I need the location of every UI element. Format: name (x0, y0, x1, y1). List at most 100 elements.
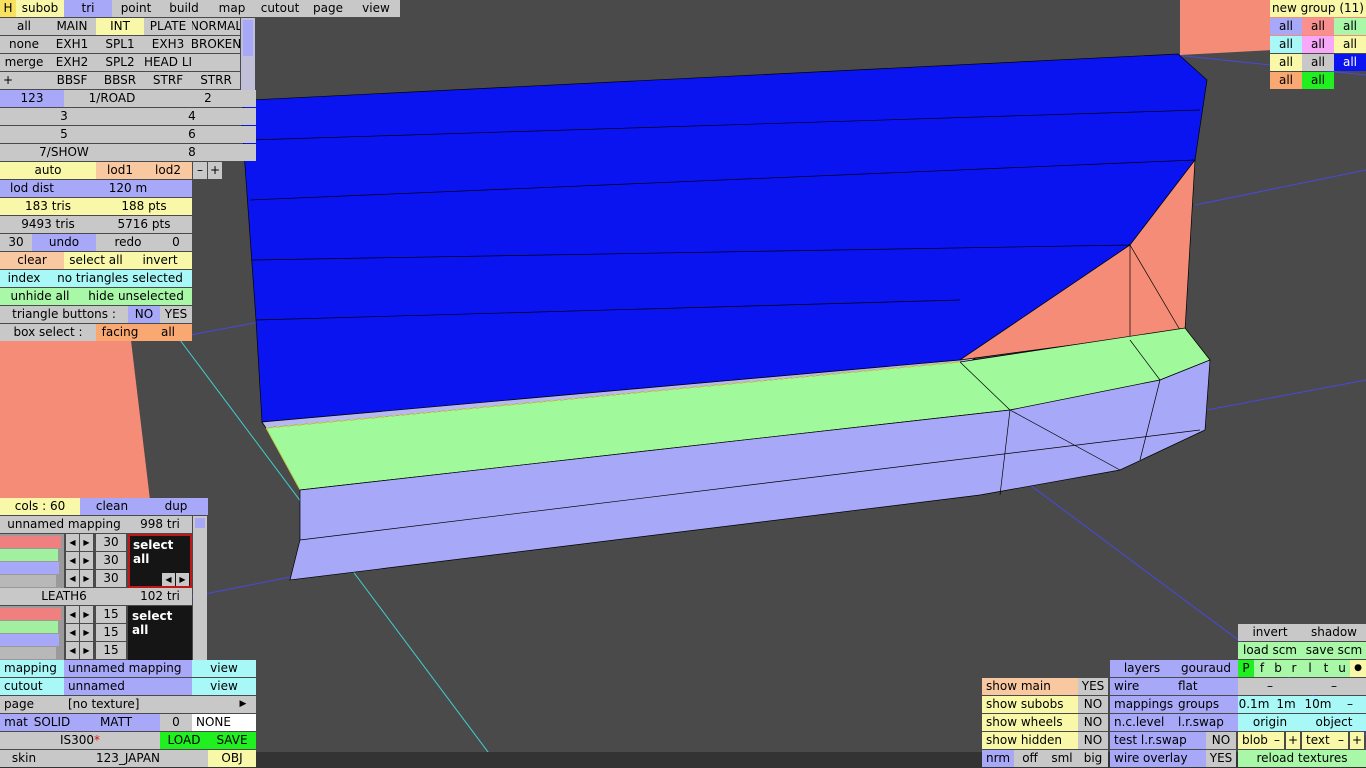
origin-button[interactable]: origin (1238, 714, 1302, 731)
invert-view-button[interactable]: invert (1238, 624, 1302, 641)
group-exh1[interactable]: EXH1 (48, 36, 96, 53)
layers-button[interactable]: layers (1110, 660, 1174, 677)
lod1-button[interactable]: lod1 (96, 162, 144, 179)
save-scm-button[interactable]: save scm (1302, 642, 1366, 659)
text-minus[interactable]: – (1334, 732, 1348, 749)
menu-tri[interactable]: tri (64, 0, 112, 17)
flat-button[interactable]: flat (1174, 678, 1238, 695)
group-plate[interactable]: PLATE (144, 18, 192, 35)
page-next-icon[interactable]: ▶ (230, 696, 256, 713)
triangle-buttons-no[interactable]: NO (128, 306, 160, 323)
h-button[interactable]: H (0, 0, 16, 17)
group-bbsf[interactable]: BBSF (48, 72, 96, 89)
menu-view[interactable]: view (352, 0, 400, 17)
show-subobs-label[interactable]: show subobs (982, 696, 1078, 713)
mapping-view-button[interactable]: view (192, 660, 256, 677)
blob-button[interactable]: blob (1238, 732, 1270, 749)
arrow-left-icon[interactable]: ◀ (66, 534, 79, 551)
show-subobs-value[interactable]: NO (1078, 696, 1108, 713)
mapping-1-blue-slider[interactable] (0, 562, 59, 574)
lod-6[interactable]: 6 (128, 126, 256, 143)
group-empty[interactable] (192, 54, 240, 71)
mapping-1-grey-slider[interactable] (0, 575, 56, 587)
mapping-scroll-thumb[interactable] (195, 518, 205, 528)
new-group-cell-4[interactable]: all (1270, 36, 1302, 53)
distance-minus[interactable]: – (1334, 696, 1366, 713)
mapping-scrollbar[interactable] (193, 516, 207, 660)
group-head-li[interactable]: HEAD LI (144, 54, 192, 71)
invert-button[interactable]: invert (128, 252, 192, 269)
blob-plus[interactable]: + (1286, 732, 1300, 749)
arrow-right-icon[interactable]: ▶ (80, 570, 93, 587)
new-group-cell-11[interactable]: all (1302, 72, 1334, 89)
dash-button-1[interactable]: – (1238, 678, 1302, 695)
redo-button[interactable]: redo (96, 234, 160, 251)
arrow-left-icon[interactable]: ◀ (66, 552, 79, 569)
menu-map[interactable]: map (208, 0, 256, 17)
arrow-right-icon[interactable]: ▶ (80, 552, 93, 569)
arrow-left-icon[interactable]: ◀ (66, 642, 79, 659)
solid-button[interactable]: SOLID (32, 714, 72, 731)
flag-b[interactable]: b (1270, 660, 1286, 677)
lod-minus[interactable]: – (193, 162, 207, 179)
group-broken[interactable]: BROKEN (192, 36, 240, 53)
load-button[interactable]: LOAD (160, 732, 208, 749)
new-group-cell-2[interactable]: all (1302, 18, 1334, 35)
skin-value[interactable]: 123_JAPAN (48, 750, 208, 767)
new-group-title[interactable]: new group (11) (1270, 0, 1366, 17)
cutout-value[interactable]: unnamed (64, 678, 192, 695)
flag-r[interactable]: r (1286, 660, 1302, 677)
arrow-right-icon[interactable]: ▶ (176, 573, 189, 586)
mapping-1-select-all[interactable]: select all (133, 538, 173, 566)
lr-swap-button[interactable]: l.r.swap (1174, 714, 1238, 731)
text-plus[interactable]: + (1350, 732, 1364, 749)
menu-cutout[interactable]: cutout (256, 0, 304, 17)
group-scroll-thumb[interactable] (243, 20, 253, 56)
box-select-facing[interactable]: facing (96, 324, 144, 341)
mapping-name-1[interactable]: unnamed mapping (0, 516, 128, 533)
arrow-right-icon[interactable]: ▶ (80, 534, 93, 551)
wire-overlay-value[interactable]: YES (1206, 750, 1236, 767)
page-value[interactable]: [no texture] (64, 696, 230, 713)
normals-nrm[interactable]: nrm (982, 750, 1014, 767)
undo-button[interactable]: undo (32, 234, 96, 251)
arrow-left-icon[interactable]: ◀ (66, 606, 79, 623)
test-lr-swap-button[interactable]: test l.r.swap (1110, 732, 1206, 749)
normals-off[interactable]: off (1014, 750, 1046, 767)
normals-sml[interactable]: sml (1046, 750, 1078, 767)
flag-f[interactable]: f (1254, 660, 1270, 677)
flag-p[interactable]: P (1238, 660, 1254, 677)
new-group-cell-9[interactable]: all (1334, 54, 1366, 71)
clean-button[interactable]: clean (80, 498, 144, 515)
new-group-cell-8[interactable]: all (1302, 54, 1334, 71)
clear-button[interactable]: clear (0, 252, 64, 269)
select-all-button[interactable]: select all (64, 252, 128, 269)
arrow-left-icon[interactable]: ◀ (162, 573, 175, 586)
arrow-right-icon[interactable]: ▶ (80, 624, 93, 641)
menu-point[interactable]: point (112, 0, 160, 17)
lod-4[interactable]: 4 (128, 108, 256, 125)
matt-button[interactable]: MATT (72, 714, 160, 731)
group-none[interactable]: none (0, 36, 48, 53)
triangle-buttons-yes[interactable]: YES (160, 306, 192, 323)
menu-subob[interactable]: subob (16, 0, 64, 17)
group-normal[interactable]: NORMAL (192, 18, 240, 35)
unhide-all-button[interactable]: unhide all (0, 288, 80, 305)
group-add[interactable]: + (0, 72, 16, 89)
wire-button[interactable]: wire (1110, 678, 1174, 695)
distance-1m[interactable]: 1m (1270, 696, 1302, 713)
group-exh3[interactable]: EXH3 (144, 36, 192, 53)
mapping-2-green-slider[interactable] (0, 621, 58, 633)
test-lr-swap-value[interactable]: NO (1206, 732, 1236, 749)
group-all[interactable]: all (0, 18, 48, 35)
show-wheels-label[interactable]: show wheels (982, 714, 1078, 731)
reload-textures-button[interactable]: reload textures (1238, 750, 1366, 767)
group-spl1[interactable]: SPL1 (96, 36, 144, 53)
show-hidden-label[interactable]: show hidden (982, 732, 1078, 749)
lod-auto[interactable]: auto (0, 162, 96, 179)
mapping-1-red-slider[interactable] (0, 536, 61, 548)
mapping-1-green-slider[interactable] (0, 549, 58, 561)
mapping-value[interactable]: unnamed mapping (64, 660, 192, 677)
car-name[interactable]: IS300 * (0, 732, 160, 749)
mappings-button[interactable]: mappings (1110, 696, 1174, 713)
